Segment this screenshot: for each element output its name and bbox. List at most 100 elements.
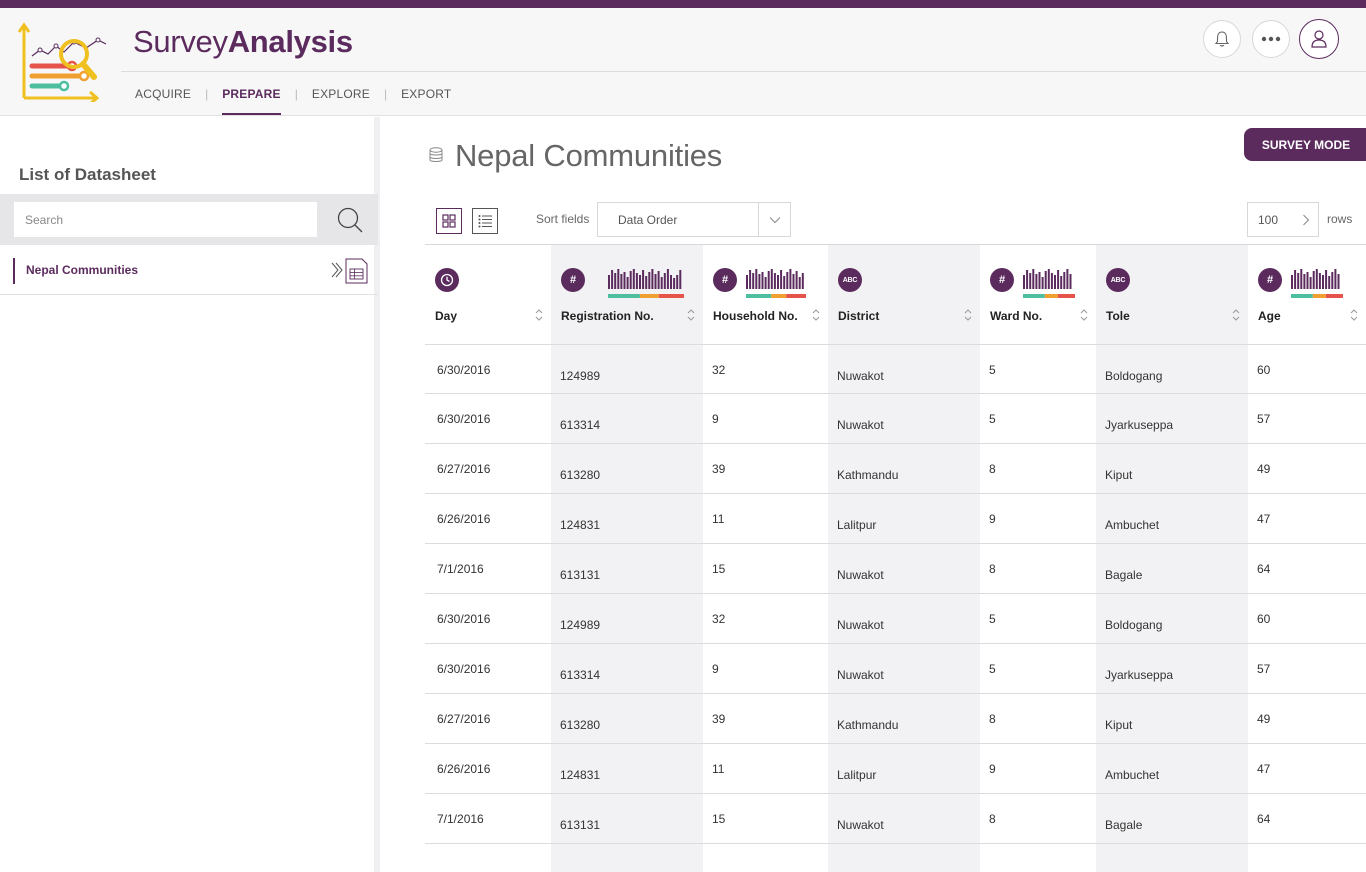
datasheet-search-input[interactable] — [14, 202, 317, 237]
histogram-bar — [1023, 275, 1025, 289]
app-header: SurveyAnalysis ACQUIRE | PREPARE | EXPLO… — [0, 8, 1366, 116]
quality-bar-segment — [786, 294, 806, 298]
histogram-bar — [1026, 270, 1029, 289]
histogram-bar — [635, 273, 638, 289]
column-distribution-histogram — [1023, 269, 1075, 298]
histogram-bar — [648, 272, 651, 289]
histogram-bar — [626, 277, 629, 289]
sort-icon[interactable] — [964, 308, 972, 322]
histogram-bar — [642, 270, 645, 289]
table-cell: 5 — [989, 363, 996, 377]
table-cell: 60 — [1257, 612, 1271, 626]
column-header: # Registration No. — [551, 245, 703, 345]
table-cell: Kiput — [1105, 718, 1133, 732]
sort-icon[interactable] — [1232, 308, 1240, 322]
list-view-icon — [478, 215, 492, 228]
table-row[interactable]: 6/30/2016 124989 32 Nuwakot 5 Boldogang 60 — [425, 594, 1366, 644]
column-header-label[interactable]: Tole — [1106, 309, 1130, 323]
table-row[interactable]: 6/26/2016 124831 11 Lalitpur 9 Ambuchet 47 — [425, 744, 1366, 794]
sort-icon[interactable] — [687, 308, 695, 322]
histogram-bar — [608, 275, 610, 289]
table-row[interactable]: 6/27/2016 613280 39 Kathmandu 8 Kiput 49 — [425, 444, 1366, 494]
column-header-label[interactable]: Household No. — [713, 309, 798, 323]
table-row[interactable]: 6/27/2016 613280 39 Kathmandu 8 Kiput 49 — [425, 694, 1366, 744]
nav-explore[interactable]: EXPLORE — [298, 72, 384, 116]
more-options-button[interactable] — [1252, 20, 1290, 58]
table-row[interactable]: 6/30/2016 124989 32 Nuwakot 5 Boldogang 60 — [425, 344, 1366, 394]
histogram-bar — [777, 275, 779, 289]
nav-export[interactable]: EXPORT — [387, 72, 465, 116]
sort-icon[interactable] — [812, 308, 820, 322]
histogram-bar — [660, 277, 663, 289]
user-profile-button[interactable] — [1299, 19, 1339, 59]
table-cell: 47 — [1257, 512, 1271, 526]
table-cell: 57 — [1257, 662, 1271, 676]
quality-bar-segment — [1023, 294, 1045, 298]
table-cell: Lalitpur — [837, 768, 877, 782]
sort-icon[interactable] — [1080, 308, 1088, 322]
sort-fields-value: Data Order — [618, 212, 678, 227]
histogram-bar — [1337, 274, 1340, 289]
rows-per-page-input[interactable]: 100 — [1247, 202, 1319, 237]
column-header-label[interactable]: Day — [435, 309, 457, 323]
table-cell: 124831 — [560, 768, 601, 782]
histogram-bar — [1032, 269, 1035, 289]
table-cell: 8 — [989, 462, 996, 476]
table-row[interactable]: 7/1/2016 613131 15 Nuwakot 8 Bagale 64 — [425, 544, 1366, 594]
number-type-icon: # — [990, 268, 1014, 292]
table-cell: 9 — [989, 512, 996, 526]
histogram-bar — [1035, 274, 1038, 289]
histogram-bar — [767, 271, 770, 289]
histogram-bar — [758, 274, 761, 289]
table-cell: 124989 — [560, 618, 601, 632]
table-cell: 8 — [989, 812, 996, 826]
column-header: # Ward No. — [980, 245, 1096, 345]
table-row[interactable]: 6/30/2016 613314 9 Nuwakot 5 Jyarkuseppa 57 — [425, 394, 1366, 444]
histogram-bar — [1309, 277, 1312, 289]
nav-prepare[interactable]: PREPARE — [208, 72, 295, 116]
histogram-bar — [663, 273, 666, 289]
table-row[interactable]: 6/30/2016 613314 9 Nuwakot 5 Jyarkuseppa 57 — [425, 644, 1366, 694]
nav-acquire[interactable]: ACQUIRE — [121, 72, 205, 116]
table-cell: 9 — [712, 412, 719, 426]
table-cell: Nuwakot — [837, 568, 884, 582]
search-icon[interactable] — [335, 205, 365, 235]
histogram-bar — [783, 276, 786, 289]
table-cell: Jyarkuseppa — [1105, 668, 1174, 682]
quality-bar-segment — [1057, 294, 1075, 298]
open-datasheet-icon[interactable] — [330, 257, 370, 285]
histogram-bar — [1069, 274, 1072, 289]
sort-icon[interactable] — [535, 308, 543, 322]
table-row[interactable]: 7/1/2016 613131 15 Nuwakot 8 Bagale 64 — [425, 794, 1366, 844]
table-cell: Kathmandu — [837, 468, 899, 482]
list-view-button[interactable] — [472, 208, 498, 234]
table-cell: Bagale — [1105, 818, 1143, 832]
column-header-label[interactable]: District — [838, 309, 879, 323]
table-cell: 39 — [712, 462, 726, 476]
sidebar-item-nepal-communities[interactable]: Nepal Communities — [0, 247, 378, 295]
sort-icon[interactable] — [1350, 308, 1358, 322]
grid-view-icon — [442, 214, 456, 228]
table-cell: 6/30/2016 — [437, 363, 491, 377]
histogram-bar — [670, 275, 672, 289]
more-icon — [1261, 36, 1281, 42]
histogram-bar — [654, 274, 657, 289]
table-row[interactable]: 6/26/2016 124831 11 Lalitpur 9 Ambuchet 47 — [425, 494, 1366, 544]
table-cell: 15 — [712, 812, 726, 826]
sidebar-title: List of Datasheet — [19, 165, 156, 184]
column-header-label[interactable]: Registration No. — [561, 309, 654, 323]
table-cell: 5 — [989, 412, 996, 426]
column-header-label[interactable]: Ward No. — [990, 309, 1042, 323]
notifications-button[interactable] — [1203, 20, 1241, 58]
histogram-bar — [749, 270, 752, 289]
histogram-bar — [1050, 273, 1053, 289]
sort-fields-label: Sort fields — [536, 212, 590, 226]
grid-view-button[interactable] — [436, 208, 462, 234]
histogram-bar — [1318, 273, 1321, 289]
table-cell: 11 — [712, 762, 725, 776]
survey-mode-button[interactable]: SURVEY MODE — [1244, 128, 1366, 161]
sort-fields-select[interactable]: Data Order — [597, 202, 791, 237]
table-cell: 613131 — [560, 818, 601, 832]
column-header-label[interactable]: Age — [1258, 309, 1281, 323]
histogram-bar — [632, 269, 635, 289]
